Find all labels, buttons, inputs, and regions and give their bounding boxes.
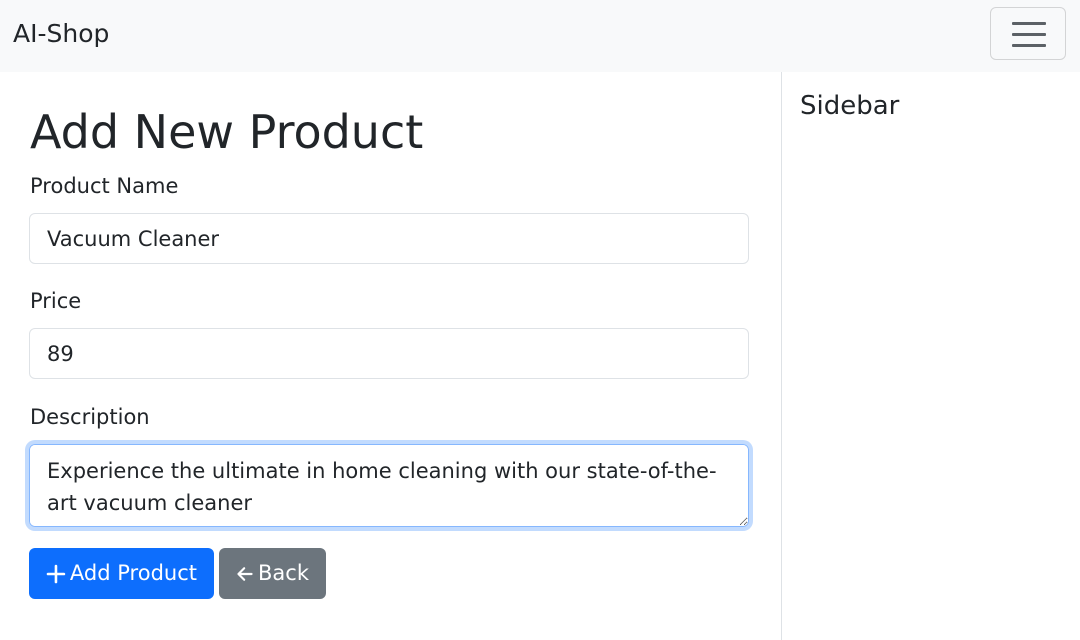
description-textarea[interactable]: Experience the ultimate in home cleaning… <box>29 444 749 527</box>
plus-icon <box>46 564 66 583</box>
price-label: Price <box>30 289 82 313</box>
navbar-toggler-button[interactable] <box>990 7 1066 60</box>
price-input[interactable] <box>29 328 749 379</box>
hamburger-menu-icon-bar <box>1012 33 1046 36</box>
back-label: Back <box>258 561 309 585</box>
main-content: Add New Product Product Name Price Descr… <box>0 72 781 640</box>
product-name-input[interactable] <box>29 213 749 264</box>
hamburger-menu-icon <box>1012 22 1046 25</box>
add-product-button[interactable]: Add Product <box>29 548 214 599</box>
hamburger-menu-icon-bar <box>1012 44 1046 47</box>
add-product-label: Add Product <box>69 561 197 585</box>
back-button[interactable]: Back <box>219 548 326 599</box>
navbar-brand[interactable]: AI-Shop <box>13 17 109 51</box>
page-title: Add New Product <box>30 105 424 159</box>
sidebar-title: Sidebar <box>800 91 900 121</box>
navbar: AI-Shop <box>0 0 1080 72</box>
description-label: Description <box>30 405 150 429</box>
sidebar: Sidebar <box>781 72 1080 640</box>
arrow-left-icon <box>237 566 253 581</box>
product-name-label: Product Name <box>30 174 179 198</box>
